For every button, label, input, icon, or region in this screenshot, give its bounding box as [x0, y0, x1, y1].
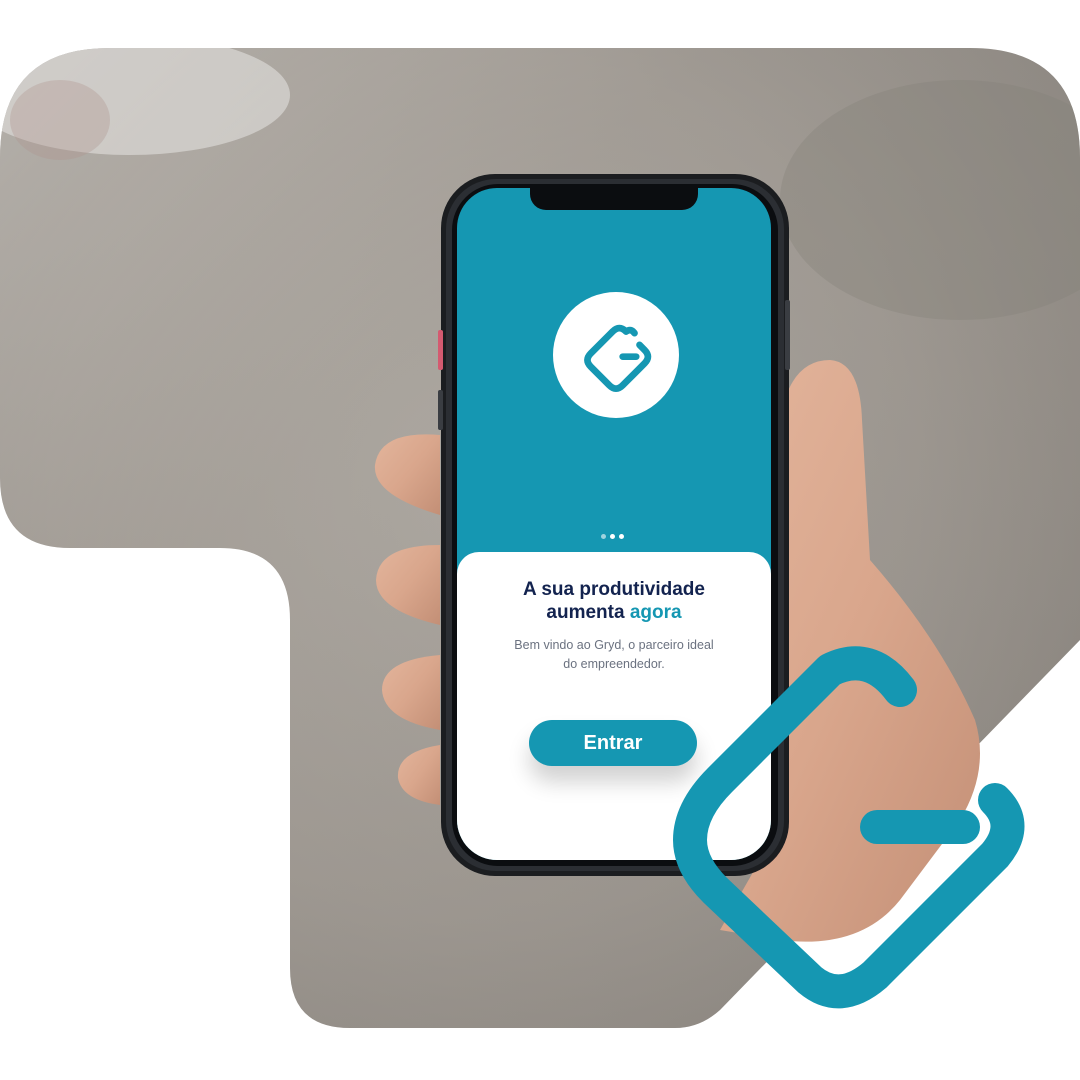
headline-accent: agora	[629, 602, 682, 623]
gryd-logo-icon	[584, 324, 652, 392]
headline-line-1: A sua produtividade	[523, 579, 705, 600]
app-screen: A sua produtividade aumenta agora Bem vi…	[457, 188, 771, 860]
onboarding-subtitle: Bem vindo ao Gryd, o parceiro ideal do e…	[493, 636, 735, 674]
enter-button[interactable]: Entrar	[529, 720, 697, 766]
phone-notch	[530, 188, 698, 210]
headline-word: aumenta	[546, 602, 625, 623]
app-logo	[553, 292, 679, 418]
headline-line-2: aumenta agora	[457, 601, 771, 624]
pagination-dots	[601, 534, 624, 539]
subtitle-line-2: do empreendedor.	[563, 657, 665, 671]
pagination-dot-active[interactable]	[619, 534, 624, 539]
subtitle-line-1: Bem vindo ao Gryd, o parceiro ideal	[514, 638, 714, 652]
onboarding-card: A sua produtividade aumenta agora Bem vi…	[457, 552, 771, 860]
onboarding-headline: A sua produtividade aumenta agora	[457, 578, 771, 624]
pagination-dot[interactable]	[610, 534, 615, 539]
pagination-dot[interactable]	[601, 534, 606, 539]
promo-canvas: A sua produtividade aumenta agora Bem vi…	[0, 0, 1080, 1080]
